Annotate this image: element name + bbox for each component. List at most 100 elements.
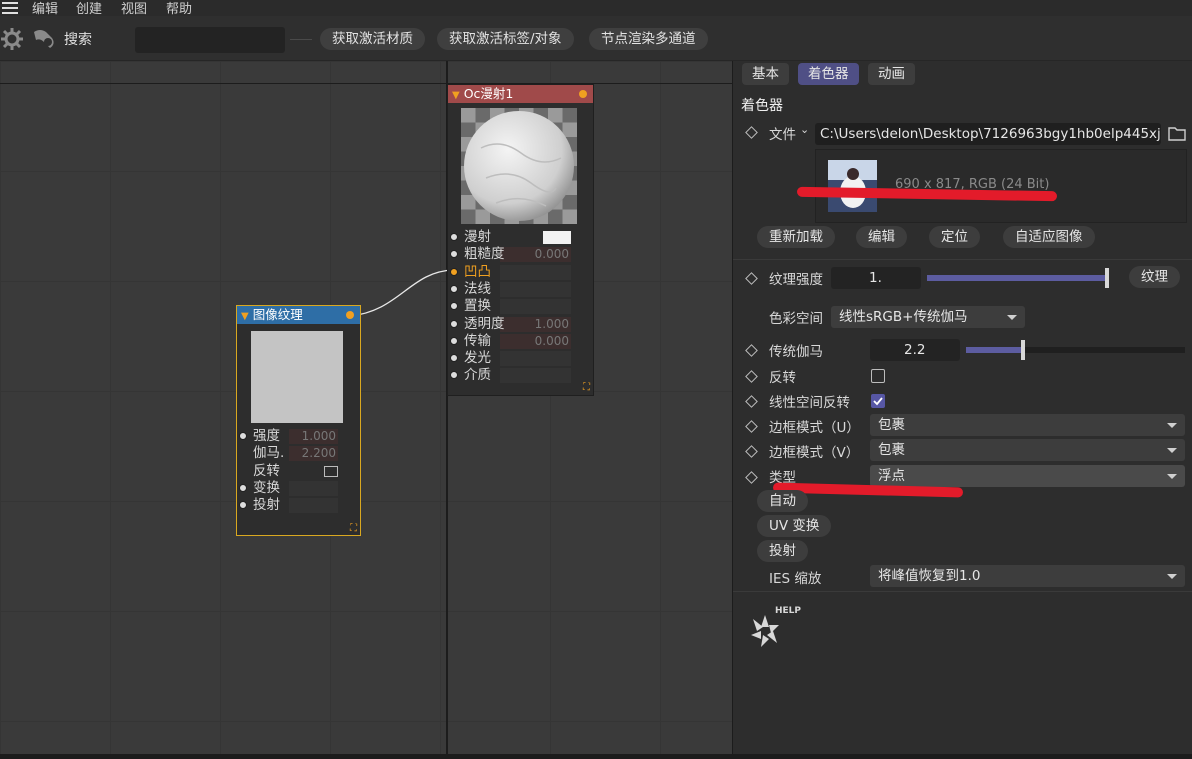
menu-edit[interactable]: 编辑 (32, 0, 58, 17)
get-active-material-button[interactable]: 获取激活材质 (320, 28, 425, 50)
menu-create[interactable]: 创建 (76, 0, 102, 17)
port-value-field[interactable] (500, 351, 571, 367)
diffuse-material-node[interactable]: ▼ Oc漫射1 漫射 粗糙度 0.000 凹凸 法线 置换 透明度 1.000 传输 0.000 发光… (447, 84, 594, 396)
node-port[interactable]: 变换 (237, 480, 360, 497)
locate-button[interactable]: 定位 (929, 226, 980, 248)
menu-view[interactable]: 视图 (121, 0, 147, 17)
keyframe-diamond-icon[interactable] (745, 344, 758, 357)
node-port[interactable]: 粗糙度 0.000 (448, 246, 593, 263)
node-port[interactable]: 漫射 (448, 229, 593, 246)
tab-animation[interactable]: 动画 (868, 63, 915, 85)
border-mode-u-dropdown[interactable]: 包裹 (870, 414, 1185, 436)
uv-transform-button[interactable]: UV 变换 (757, 515, 832, 537)
port-input-icon[interactable] (239, 501, 247, 510)
port-label: 传输 (464, 332, 491, 349)
keyframe-diamond-icon[interactable] (745, 272, 758, 285)
tab-shader[interactable]: 着色器 (798, 63, 859, 85)
file-path-field[interactable]: C:\Users\delon\Desktop\7126963bgy1hb0elp… (815, 123, 1161, 145)
node-editor-canvas[interactable]: ▼ Oc漫射1 漫射 粗糙度 0.000 凹凸 法线 置换 透明度 1.000 传输 0.000 发光… (0, 61, 732, 759)
tab-basic[interactable]: 基本 (742, 63, 789, 85)
node-header[interactable]: ▼ 图像纹理 (237, 306, 360, 324)
port-input-icon[interactable] (450, 354, 458, 363)
node-port[interactable]: 传输 0.000 (448, 333, 593, 350)
search-input[interactable] (135, 27, 285, 53)
port-input-icon[interactable] (450, 284, 458, 293)
port-value-field[interactable] (500, 281, 571, 297)
invert-checkbox[interactable] (324, 465, 338, 477)
type-dropdown[interactable]: 浮点 (870, 465, 1185, 487)
image-texture-node[interactable]: ▼ 图像纹理 强度 1.000 伽马. 2.200 反转 变换 投射 ⛶ (236, 305, 361, 536)
status-bar (0, 754, 1192, 759)
resize-handle-icon[interactable]: ⛶ (350, 523, 357, 534)
keyframe-diamond-icon[interactable] (745, 471, 758, 484)
texture-strength-slider[interactable] (927, 275, 1107, 281)
port-label: 漫射 (464, 229, 491, 245)
collapse-triangle-icon[interactable]: ▼ (452, 90, 460, 101)
node-port[interactable]: 介质 (448, 367, 593, 384)
slider-knob[interactable] (1105, 268, 1109, 288)
border-mode-v-dropdown[interactable]: 包裹 (870, 439, 1185, 461)
port-input-icon[interactable] (450, 336, 458, 345)
material-preview (461, 108, 577, 224)
port-value-field[interactable] (500, 299, 571, 315)
gamma-slider-rest[interactable] (1022, 347, 1185, 353)
port-input-icon[interactable] (450, 267, 458, 276)
fit-image-button[interactable]: 自适应图像 (1003, 226, 1095, 248)
output-pin-icon[interactable] (579, 90, 587, 98)
port-value-field[interactable] (500, 264, 571, 280)
node-port[interactable]: 投射 (237, 497, 360, 514)
resize-handle-icon[interactable]: ⛶ (583, 382, 590, 393)
keyframe-diamond-icon[interactable] (745, 420, 758, 433)
keyframe-diamond-icon[interactable] (745, 370, 758, 383)
menu-bar: 编辑 创建 视图 帮助 (0, 0, 1192, 17)
get-active-tag-button[interactable]: 获取激活标签/对象 (437, 28, 574, 50)
invert-checkbox[interactable] (871, 369, 885, 383)
port-value-field[interactable] (289, 480, 338, 496)
texture-button[interactable]: 纹理 (1129, 266, 1180, 288)
node-port[interactable]: 发光 (448, 350, 593, 367)
projection-button[interactable]: 投射 (757, 540, 808, 562)
edit-button[interactable]: 编辑 (856, 226, 907, 248)
node-header[interactable]: ▼ Oc漫射1 (448, 85, 593, 103)
keyframe-diamond-icon[interactable] (745, 395, 758, 408)
file-dropdown-chevron-icon[interactable]: ⌄ (800, 123, 809, 136)
port-value-field[interactable] (500, 368, 571, 384)
reload-button[interactable]: 重新加载 (757, 226, 835, 248)
port-input-icon[interactable] (239, 432, 247, 440)
color-space-dropdown[interactable]: 线性sRGB+传统伽马 (831, 306, 1025, 328)
gamma-slider[interactable] (966, 347, 1022, 353)
linear-invert-checkbox[interactable] (871, 394, 885, 408)
auto-button[interactable]: 自动 (757, 490, 808, 512)
node-render-passes-button[interactable]: 节点渲染多通道 (589, 28, 708, 50)
menu-help[interactable]: 帮助 (166, 0, 192, 17)
gamma-field[interactable]: 2.2 (870, 339, 960, 361)
node-port[interactable]: 反转 (237, 463, 360, 480)
port-input-icon[interactable] (450, 319, 458, 328)
keyframe-diamond-icon[interactable] (745, 445, 758, 458)
port-value-field[interactable] (289, 498, 338, 514)
output-pin-icon[interactable] (346, 311, 354, 319)
texture-strength-field[interactable]: 1. (831, 267, 921, 289)
search-tool-icon[interactable] (30, 26, 58, 52)
node-port[interactable]: 置换 (448, 298, 593, 315)
border-mode-v-label: 边框模式（V） (769, 445, 860, 461)
node-port[interactable]: 凹凸 (448, 264, 593, 281)
ies-scale-dropdown[interactable]: 将峰值恢复到1.0 (870, 565, 1185, 587)
port-input-icon[interactable] (239, 483, 247, 492)
diffuse-color-swatch[interactable] (543, 231, 571, 244)
keyframe-diamond-icon[interactable] (745, 126, 758, 139)
hamburger-menu-icon[interactable] (2, 2, 18, 14)
node-port[interactable]: 伽马. 2.200 (237, 445, 360, 462)
node-port[interactable]: 透明度 1.000 (448, 316, 593, 333)
port-input-icon[interactable] (450, 371, 458, 380)
gear-icon[interactable] (0, 26, 26, 52)
collapse-triangle-icon[interactable]: ▼ (241, 311, 249, 322)
port-input-icon[interactable] (450, 302, 458, 311)
node-port[interactable]: 强度 1.000 (237, 428, 360, 445)
port-input-icon[interactable] (450, 250, 458, 259)
port-input-icon[interactable] (450, 233, 458, 241)
node-title: Oc漫射1 (463, 86, 514, 101)
node-port[interactable]: 法线 (448, 281, 593, 298)
slider-knob[interactable] (1021, 340, 1025, 360)
folder-icon[interactable] (1168, 125, 1186, 141)
